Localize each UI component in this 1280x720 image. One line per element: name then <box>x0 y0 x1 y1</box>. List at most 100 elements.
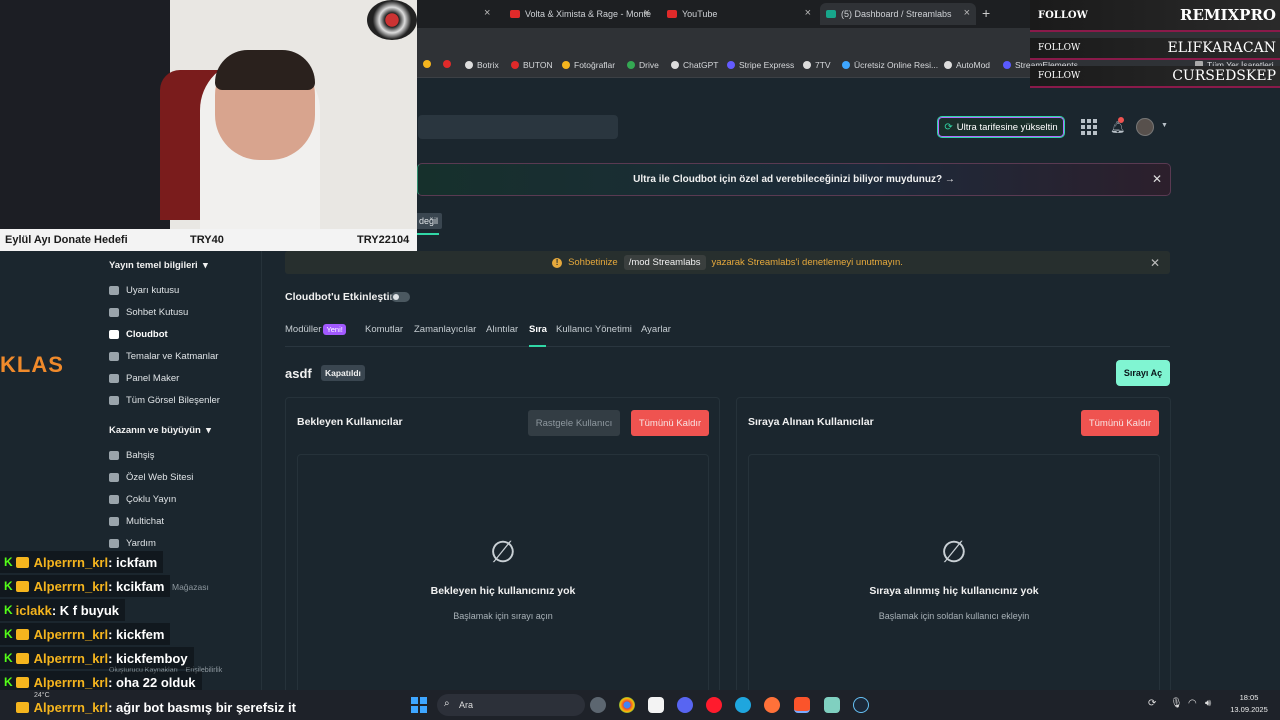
empty-subtitle: Başlamak için soldan kullanıcı ekleyin <box>878 611 1030 621</box>
queue-title: asdf <box>285 366 312 381</box>
tab-user-management[interactable]: Kullanıcı Yönetimi <box>556 324 632 335</box>
tab-modules[interactable]: Modüller Yeni! <box>285 324 346 335</box>
browser-tab-volta[interactable]: Volta & Ximista & Rage - Monte × <box>504 3 656 25</box>
taskbar-clock[interactable]: 18:05 13.09.2025 <box>1220 692 1278 716</box>
empty-set-icon: ∅ <box>940 536 968 569</box>
bookmark-botrix[interactable]: Botrix <box>465 60 499 70</box>
avatar[interactable] <box>1136 118 1154 136</box>
opera-app-icon[interactable] <box>706 697 722 713</box>
kick-badge-icon: K <box>4 579 13 593</box>
follow-alerts-overlay: FOLLOW REMIXPRO FOLLOW ELIFKARACAN FOLLO… <box>1030 0 1280 90</box>
sidebar-section-earn[interactable]: Kazanın ve büyüyün ▾ <box>109 425 211 436</box>
volume-icon[interactable]: 🔊︎ <box>1205 698 1211 709</box>
notice-prefix: Sohbetinize <box>568 257 618 268</box>
tab-close-icon[interactable]: × <box>644 7 650 19</box>
chrome-app-icon[interactable] <box>619 697 635 713</box>
sidebar-item-multichat[interactable]: Multichat <box>109 516 164 527</box>
bookmark-icon[interactable] <box>423 60 435 68</box>
apps-grid-icon[interactable] <box>1081 119 1097 135</box>
panel-icon <box>109 374 119 383</box>
bookmark-drive[interactable]: Drive <box>627 60 659 70</box>
donate-goal-label: Eylül Ayı Donate Hedefi <box>5 234 128 246</box>
sidebar-item-cloudbot[interactable]: Cloudbot <box>109 329 168 340</box>
kick-badge-icon: K <box>4 555 13 569</box>
browser-tab-streamlabs[interactable]: (5) Dashboard / Streamlabs × <box>820 3 976 25</box>
new-tab-button[interactable]: + <box>982 5 990 21</box>
bookmark-7tv[interactable]: 7TV <box>803 60 831 70</box>
discord-app-icon[interactable] <box>677 697 693 713</box>
widgets-icon <box>109 396 119 405</box>
sidebar-item-multistream[interactable]: Çoklu Yayın <box>109 494 176 505</box>
sidebar-item-website[interactable]: Özel Web Sitesi <box>109 472 193 483</box>
promo-banner[interactable]: Ultra ile Cloudbot için özel ad verebile… <box>417 163 1171 196</box>
chat-message: K Alperrrn_krl: kickfemboy <box>0 647 194 669</box>
sidebar-item-alert-box[interactable]: Uyarı kutusu <box>109 285 179 296</box>
tab-commands[interactable]: Komutlar <box>365 324 403 335</box>
firefox-app-icon[interactable] <box>764 697 780 713</box>
taskbar-search-input[interactable]: ⌕ Ara <box>437 694 585 716</box>
remove-all-button[interactable]: Tümünü Kaldır <box>1081 410 1159 436</box>
cloudbot-enable-toggle[interactable] <box>391 292 410 302</box>
streamlabs-app-icon[interactable] <box>824 697 840 713</box>
bookmark-icon[interactable] <box>443 60 455 68</box>
bot-icon <box>109 330 119 339</box>
sidebar-item-panel-maker[interactable]: Panel Maker <box>109 373 179 384</box>
tab-timers[interactable]: Zamanlayıcılar <box>414 324 476 335</box>
tab-label: Volta & Ximista & Rage - Monte <box>525 9 652 19</box>
layers-icon <box>109 352 119 361</box>
multistream-icon <box>109 495 119 504</box>
refresh-icon: ⟳ <box>944 121 953 133</box>
sidebar-item-widgets[interactable]: Tüm Görsel Bileşenler <box>109 395 220 406</box>
donate-target: TRY22104 <box>357 234 410 246</box>
close-icon[interactable]: ✕ <box>1150 256 1160 270</box>
microphone-icon[interactable]: 🎙︎ <box>1170 698 1183 709</box>
upgrade-button[interactable]: ⟳ Ultra tarifesine yükseltin <box>937 116 1065 138</box>
tab-close-icon[interactable]: × <box>964 7 970 19</box>
clock-date: 13.09.2025 <box>1230 705 1268 714</box>
network-icon[interactable]: ⟳ <box>1148 698 1156 709</box>
crown-badge-icon <box>15 580 29 592</box>
sidebar-item-chat-box[interactable]: Sohbet Kutusu <box>109 307 188 318</box>
sidebar-item-themes[interactable]: Temalar ve Katmanlar <box>109 351 218 362</box>
website-icon <box>109 473 119 482</box>
settings-app-icon[interactable] <box>590 697 606 713</box>
panel-title: Sıraya Alınan Kullanıcılar <box>748 416 874 428</box>
tab-close-icon[interactable]: × <box>484 7 490 19</box>
edge-app-icon[interactable] <box>735 697 751 713</box>
search-input[interactable] <box>418 115 618 139</box>
mod-notice: ! Sohbetinize /mod Streamlabs yazarak St… <box>285 251 1170 274</box>
bookmark-buton[interactable]: BUTON <box>511 60 553 70</box>
notice-suffix: yazarak Streamlabs'i denetlemeyi unutmay… <box>711 257 903 268</box>
bookmark-fotograflar[interactable]: Fotoğraflar <box>562 60 615 70</box>
bookmark-resim[interactable]: Ücretsiz Online Resi... <box>842 60 938 70</box>
chevron-down-icon[interactable]: ▼ <box>1161 122 1168 129</box>
bookmark-stripe[interactable]: Stripe Express <box>727 60 794 70</box>
chat-message: K Alperrrn_krl: kickfem <box>0 623 171 645</box>
steam-app-icon[interactable] <box>853 697 869 713</box>
remove-all-button[interactable]: Tümünü Kaldır <box>631 410 709 436</box>
panel-title: Bekleyen Kullanıcılar <box>297 416 403 428</box>
tab-settings[interactable]: Ayarlar <box>641 324 671 335</box>
partial-tab[interactable]: değil <box>415 213 443 229</box>
sidebar-item-tip[interactable]: Bahşiş <box>109 450 155 461</box>
wifi-icon[interactable]: ◠ <box>1188 698 1197 709</box>
search-icon: ⌕ <box>444 698 450 709</box>
bookmark-automod[interactable]: AutoMod <box>944 60 990 70</box>
windows-start-icon[interactable] <box>411 697 427 713</box>
sidebar-item-help[interactable]: Yardım <box>109 538 156 549</box>
close-icon[interactable]: ✕ <box>1152 172 1162 186</box>
upgrade-label: Ultra tarifesine yükseltin <box>956 121 1058 133</box>
tab-quotes[interactable]: Alıntılar <box>486 324 518 335</box>
brave-app-icon[interactable] <box>794 697 810 713</box>
browser-tab-youtube[interactable]: YouTube × <box>661 3 817 25</box>
sidebar-section-basics[interactable]: Yayın temel bilgileri ▾ <box>109 260 208 271</box>
bookmark-chatgpt[interactable]: ChatGPT <box>671 60 718 70</box>
capcut-app-icon[interactable] <box>648 697 664 713</box>
random-user-button[interactable]: Rastgele Kullanıcı <box>528 410 620 436</box>
tab-close-icon[interactable]: × <box>805 7 811 19</box>
bell-icon <box>109 286 119 295</box>
open-queue-button[interactable]: Sırayı Aç <box>1116 360 1170 386</box>
info-icon: ! <box>552 257 563 268</box>
tab-queue[interactable]: Sıra <box>529 324 547 335</box>
crown-badge-icon <box>15 701 29 713</box>
